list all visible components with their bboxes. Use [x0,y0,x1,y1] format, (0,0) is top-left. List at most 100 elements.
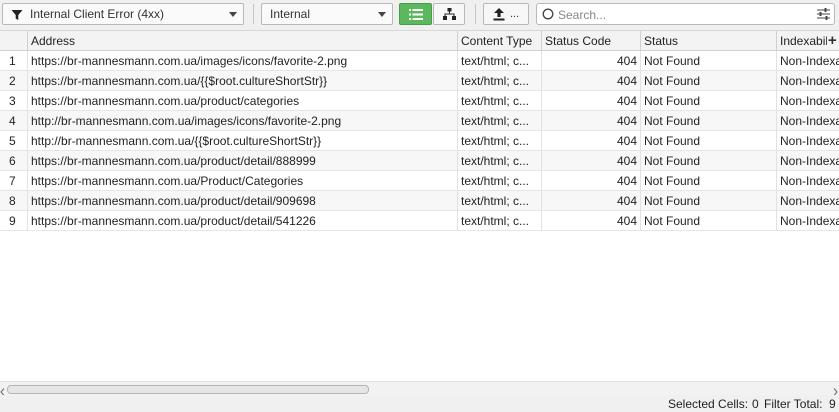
toolbar: Internal Client Error (4xx) Internal ...… [0,0,839,31]
tab-filter-value: Internal [270,7,311,21]
indexability-cell[interactable]: Non-Indexa [777,111,839,131]
upload-icon [493,8,505,21]
status-cell[interactable]: Not Found [641,191,777,211]
status-cell[interactable]: Not Found [641,111,777,131]
address-cell[interactable]: https://br-mannesmann.com.ua/product/det… [28,151,458,171]
scrollbar-thumb[interactable] [7,385,369,394]
row-number: 8 [0,191,28,211]
table-row[interactable]: 3 https://br-mannesmann.com.ua/product/c… [0,91,839,111]
table-row[interactable]: 2 https://br-mannesmann.com.ua/{{$root.c… [0,71,839,91]
content-type-cell[interactable]: text/html; c... [458,111,542,131]
status-code-cell[interactable]: 404 [542,171,641,191]
sliders-icon[interactable] [817,8,830,20]
tree-view-button[interactable] [433,3,465,25]
selected-cells-value: 0 [752,397,759,411]
table-row[interactable]: 1 https://br-mannesmann.com.ua/images/ic… [0,51,839,71]
header-address[interactable]: Address [28,31,458,51]
table-row[interactable]: 7 https://br-mannesmann.com.ua/Product/C… [0,171,839,191]
indexability-cell[interactable]: Non-Indexa [777,171,839,191]
row-number: 9 [0,211,28,231]
status-cell[interactable]: Not Found [641,211,777,231]
row-number: 7 [0,171,28,191]
chevron-down-icon [378,12,386,17]
results-table: Address Content Type Status Code Status … [0,31,839,381]
row-number: 2 [0,71,28,91]
table-row[interactable]: 4 http://br-mannesmann.com.ua/images/ico… [0,111,839,131]
add-column-button[interactable]: + [828,31,837,51]
address-cell[interactable]: https://br-mannesmann.com.ua/product/det… [28,211,458,231]
hierarchy-icon [442,8,456,20]
filter-total-value: 9 [829,397,836,411]
row-number: 3 [0,91,28,111]
export-label: ... [510,8,520,20]
tab-filter-dropdown[interactable]: Internal [261,3,393,25]
toolbar-separator [475,4,476,24]
header-row-number [0,31,28,51]
scroll-right-icon[interactable] [833,385,838,396]
status-filter-dropdown[interactable]: Internal Client Error (4xx) [2,3,244,25]
status-code-cell[interactable]: 404 [542,211,641,231]
status-code-cell[interactable]: 404 [542,151,641,171]
status-filter-value: Internal Client Error (4xx) [30,7,165,21]
search-field[interactable]: Search... [536,3,835,25]
row-number: 1 [0,51,28,71]
address-cell[interactable]: https://br-mannesmann.com.ua/product/cat… [28,91,458,111]
export-button[interactable]: ... [483,3,529,25]
status-code-cell[interactable]: 404 [542,51,641,71]
content-type-cell[interactable]: text/html; c... [458,191,542,211]
table-row[interactable]: 8 https://br-mannesmann.com.ua/product/d… [0,191,839,211]
list-view-button[interactable] [399,3,432,25]
content-type-cell[interactable]: text/html; c... [458,131,542,151]
scroll-left-icon[interactable] [0,385,5,396]
address-cell[interactable]: http://br-mannesmann.com.ua/{{$root.cult… [28,131,458,151]
header-status-code[interactable]: Status Code [542,31,641,51]
status-cell[interactable]: Not Found [641,131,777,151]
horizontal-scrollbar[interactable] [0,381,839,396]
header-indexability[interactable]: Indexabil [777,31,827,51]
status-cell[interactable]: Not Found [641,151,777,171]
address-cell[interactable]: http://br-mannesmann.com.ua/images/icons… [28,111,458,131]
chevron-down-icon [229,12,237,17]
status-cell[interactable]: Not Found [641,71,777,91]
status-bar: Selected Cells: 0 Filter Total: 9 [0,395,839,412]
filter-total-label: Filter Total: [764,397,823,411]
status-cell[interactable]: Not Found [641,91,777,111]
search-input[interactable]: Search... [558,8,606,22]
table-row[interactable]: 6 https://br-mannesmann.com.ua/product/d… [0,151,839,171]
indexability-cell[interactable]: Non-Indexa [777,191,839,211]
status-code-cell[interactable]: 404 [542,191,641,211]
indexability-cell[interactable]: Non-Indexa [777,211,839,231]
toolbar-separator [253,4,254,24]
status-code-cell[interactable]: 404 [542,131,641,151]
indexability-cell[interactable]: Non-Indexa [777,131,839,151]
row-number: 5 [0,131,28,151]
status-code-cell[interactable]: 404 [542,91,641,111]
content-type-cell[interactable]: text/html; c... [458,91,542,111]
address-cell[interactable]: https://br-mannesmann.com.ua/images/icon… [28,51,458,71]
content-type-cell[interactable]: text/html; c... [458,71,542,91]
status-code-cell[interactable]: 404 [542,71,641,91]
indexability-cell[interactable]: Non-Indexa [777,71,839,91]
address-cell[interactable]: https://br-mannesmann.com.ua/Product/Cat… [28,171,458,191]
table-row[interactable]: 9 https://br-mannesmann.com.ua/product/d… [0,211,839,231]
content-type-cell[interactable]: text/html; c... [458,151,542,171]
row-number: 4 [0,111,28,131]
selected-cells-label: Selected Cells: [668,397,749,411]
search-icon [542,8,554,20]
status-code-cell[interactable]: 404 [542,111,641,131]
table-row[interactable]: 5 http://br-mannesmann.com.ua/{{$root.cu… [0,131,839,151]
header-status[interactable]: Status [641,31,777,51]
table-header: Address Content Type Status Code Status … [0,31,839,51]
indexability-cell[interactable]: Non-Indexa [777,91,839,111]
content-type-cell[interactable]: text/html; c... [458,171,542,191]
indexability-cell[interactable]: Non-Indexa [777,151,839,171]
indexability-cell[interactable]: Non-Indexa [777,51,839,71]
address-cell[interactable]: https://br-mannesmann.com.ua/product/det… [28,191,458,211]
filter-icon [11,9,23,21]
header-content-type[interactable]: Content Type [458,31,542,51]
address-cell[interactable]: https://br-mannesmann.com.ua/{{$root.cul… [28,71,458,91]
status-cell[interactable]: Not Found [641,51,777,71]
content-type-cell[interactable]: text/html; c... [458,51,542,71]
status-cell[interactable]: Not Found [641,171,777,191]
content-type-cell[interactable]: text/html; c... [458,211,542,231]
